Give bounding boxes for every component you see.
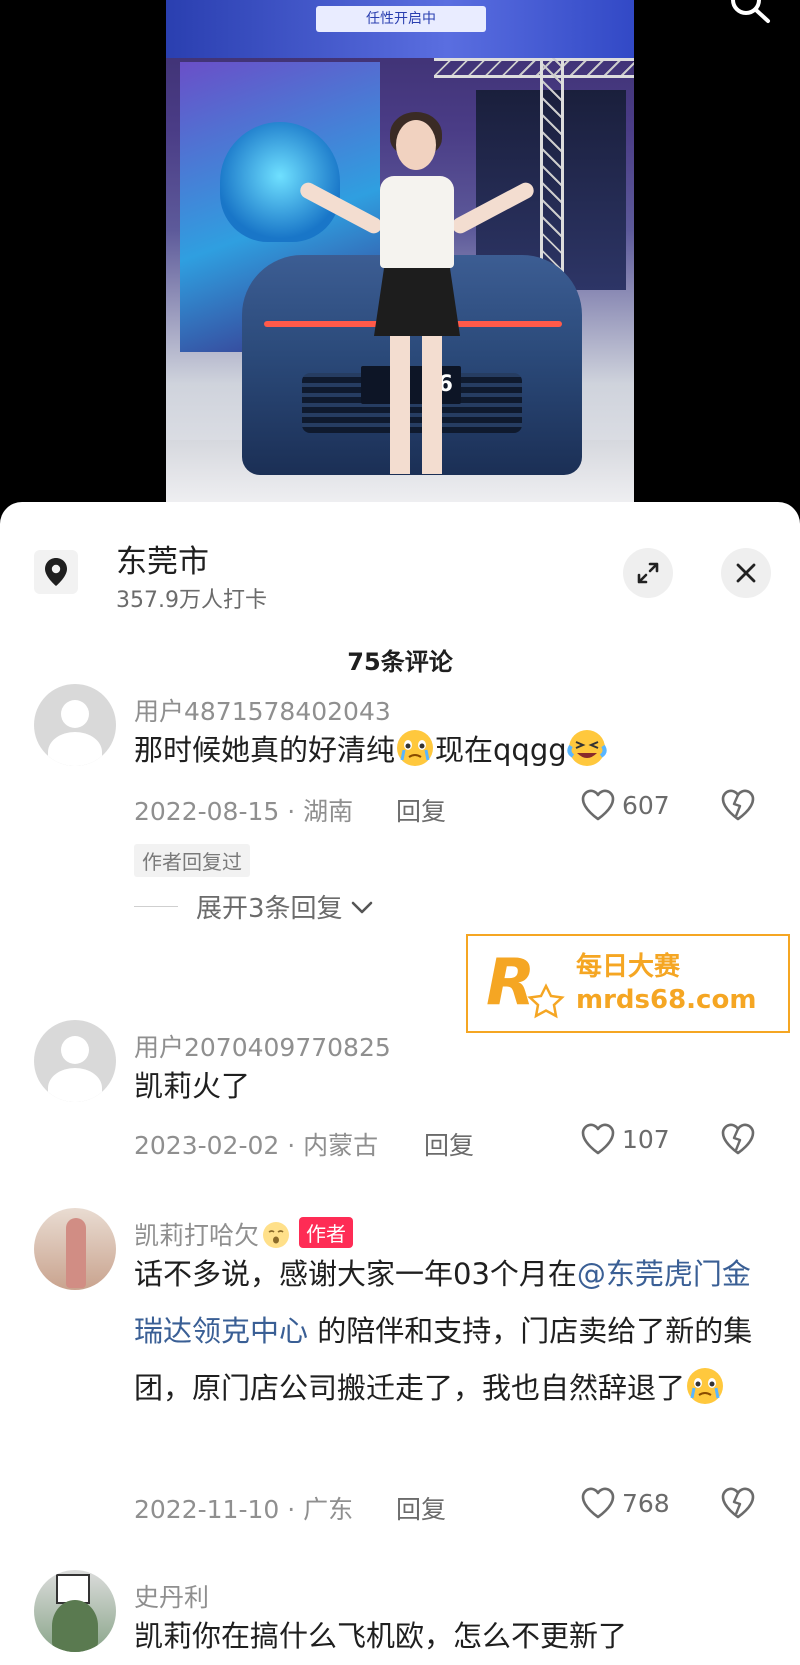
person-head bbox=[396, 120, 436, 170]
dislike-icon[interactable] bbox=[720, 788, 756, 822]
comment-text: 那时候她真的好清纯 现在qqgg bbox=[134, 722, 754, 779]
watermark: R 每日大赛 mrds68.com bbox=[466, 934, 790, 1033]
dislike-icon[interactable] bbox=[720, 1486, 756, 1520]
author-badge: 作者 bbox=[299, 1217, 354, 1248]
close-icon bbox=[736, 563, 756, 583]
comment-count: 75条评论 bbox=[347, 648, 453, 676]
person-skirt bbox=[374, 266, 460, 336]
person-body bbox=[380, 176, 454, 268]
comment-date-region: 2022-11-10 · 广东 bbox=[134, 1495, 354, 1524]
person-leg-right bbox=[422, 334, 442, 474]
author-replied-tag: 作者回复过 bbox=[134, 844, 250, 877]
video-frame: 任性开启中 96 bbox=[166, 0, 634, 512]
car-headlight-left bbox=[264, 321, 394, 327]
chevron-down-icon bbox=[351, 901, 372, 913]
like-button[interactable]: 607 bbox=[580, 788, 670, 822]
poster-car bbox=[220, 122, 340, 242]
expand-button[interactable] bbox=[623, 548, 673, 598]
comment-text: 凯莉火了 bbox=[134, 1069, 251, 1103]
expand-icon bbox=[637, 562, 659, 584]
like-count: 607 bbox=[622, 790, 670, 820]
comment-date-region: 2022-08-15 · 湖南 bbox=[134, 797, 354, 826]
car-plate: 96 bbox=[361, 366, 461, 404]
watermark-text: 每日大赛 mrds68.com bbox=[576, 951, 757, 1015]
heart-icon bbox=[581, 1487, 615, 1519]
laughing-crying-emoji-icon bbox=[567, 730, 607, 766]
stage-truss bbox=[434, 58, 634, 78]
like-count: 107 bbox=[622, 1124, 670, 1154]
search-icon[interactable] bbox=[728, 0, 772, 24]
crying-emoji-icon bbox=[687, 1368, 724, 1404]
location-icon bbox=[34, 550, 78, 594]
svg-text:R: R bbox=[486, 946, 535, 1020]
video-player[interactable]: 任性开启中 96 bbox=[0, 0, 800, 512]
crying-emoji-icon bbox=[397, 730, 434, 766]
expand-replies-button[interactable]: 展开3条回复 bbox=[134, 888, 375, 925]
reply-button[interactable]: 回复 bbox=[396, 1490, 446, 1526]
watermark-logo: R bbox=[482, 944, 570, 1024]
comment-panel: 东莞市 357.9万人打卡 75条评论 用户4871578402043 那时候她… bbox=[0, 502, 800, 1665]
close-button[interactable] bbox=[721, 548, 771, 598]
booth-banner: 任性开启中 bbox=[166, 0, 634, 58]
reply-button[interactable]: 回复 bbox=[396, 792, 446, 828]
location-bar[interactable]: 东莞市 357.9万人打卡 bbox=[0, 522, 800, 613]
location-name: 东莞市 bbox=[116, 544, 209, 580]
like-button[interactable]: 107 bbox=[580, 1122, 670, 1156]
heart-icon bbox=[581, 789, 615, 821]
avatar[interactable] bbox=[34, 1208, 116, 1290]
like-button[interactable]: 768 bbox=[580, 1486, 670, 1520]
comment-text: 凯莉你在搞什么飞机欧，怎么不更新了 bbox=[134, 1619, 628, 1653]
dislike-icon[interactable] bbox=[720, 1122, 756, 1156]
person-leg-left bbox=[390, 334, 410, 474]
comment-text: 话不多说，感谢大家一年03个月在@东莞虎门金瑞达领克中心 的陪伴和支持，门店卖给… bbox=[134, 1257, 753, 1405]
banner-text: 任性开启中 bbox=[316, 6, 486, 32]
avatar[interactable] bbox=[34, 684, 116, 766]
like-count: 768 bbox=[622, 1488, 670, 1518]
reply-button[interactable]: 回复 bbox=[424, 1126, 474, 1162]
avatar[interactable] bbox=[34, 1020, 116, 1102]
expand-replies-label: 展开3条回复 bbox=[196, 894, 343, 924]
location-checkins: 357.9万人打卡 bbox=[116, 588, 267, 613]
avatar[interactable] bbox=[34, 1570, 116, 1652]
comment-date-region: 2023-02-02 · 内蒙古 bbox=[134, 1131, 379, 1160]
heart-icon bbox=[581, 1123, 615, 1155]
